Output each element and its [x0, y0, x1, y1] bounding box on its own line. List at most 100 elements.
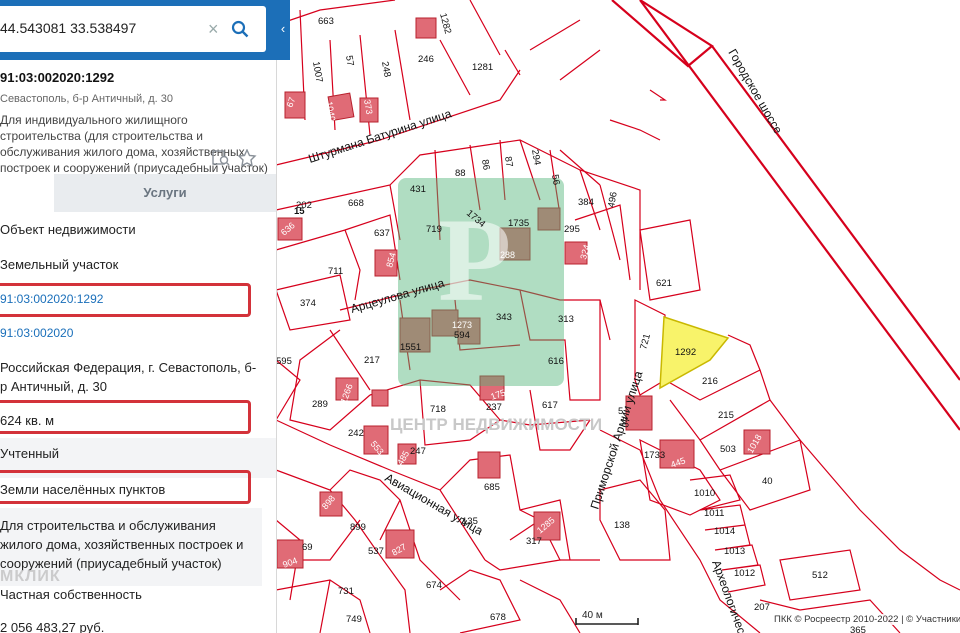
highlight-box — [0, 470, 251, 504]
svg-text:216: 216 — [702, 376, 718, 387]
svg-text:289: 289 — [312, 399, 328, 410]
svg-text:749: 749 — [346, 614, 362, 625]
svg-text:15: 15 — [294, 206, 305, 217]
svg-text:295: 295 — [564, 224, 580, 235]
find-on-map-icon[interactable] — [212, 150, 230, 166]
svg-text:87: 87 — [502, 156, 515, 168]
svg-text:374: 374 — [300, 298, 316, 309]
svg-text:1007: 1007 — [310, 61, 325, 84]
svg-text:384: 384 — [578, 197, 594, 208]
svg-text:731: 731 — [338, 586, 354, 597]
favorite-star-icon[interactable] — [237, 148, 257, 167]
info-panel: 91:03:002020:1292 Севастополь, б-р Антич… — [0, 0, 277, 633]
svg-text:1733: 1733 — [644, 450, 665, 461]
search-input[interactable]: 44.543081 33.538497 — [0, 20, 136, 36]
svg-text:685: 685 — [484, 482, 500, 493]
row-type: Объект недвижимости — [0, 222, 136, 237]
panel-tabs: Услуги — [0, 174, 276, 212]
svg-text:1282: 1282 — [437, 12, 453, 35]
svg-text:719: 719 — [426, 224, 442, 235]
highlight-box — [0, 400, 251, 434]
svg-text:246: 246 — [418, 54, 434, 65]
svg-text:56: 56 — [549, 174, 562, 186]
selected-parcel-number: 1292 — [675, 347, 696, 358]
svg-text:594: 594 — [454, 330, 470, 341]
svg-text:138: 138 — [614, 520, 630, 531]
svg-text:1551: 1551 — [400, 342, 421, 353]
svg-text:217: 217 — [364, 355, 380, 366]
svg-text:678: 678 — [490, 612, 506, 623]
svg-text:135: 135 — [462, 516, 478, 527]
tab-services[interactable]: Услуги — [54, 174, 276, 212]
svg-text:663: 663 — [318, 16, 334, 27]
parcel-numbers: 663 1282 1281 246 248 57 1007 373 1040 4… — [276, 12, 866, 633]
svg-text:668: 668 — [348, 198, 364, 209]
svg-text:621: 621 — [656, 278, 672, 289]
svg-text:317: 317 — [526, 536, 542, 547]
watermark-mklik: МКЛИК — [0, 568, 61, 585]
svg-text:537: 537 — [368, 546, 384, 557]
svg-text:88: 88 — [455, 168, 466, 179]
scale-bar: 40 м — [574, 610, 640, 633]
search-box[interactable]: 44.543081 33.538497 × — [0, 6, 266, 52]
street-gorodskoe: Городское шоссе — [725, 47, 785, 137]
svg-text:5: 5 — [618, 406, 623, 417]
row-kind: Земельный участок — [0, 257, 119, 272]
svg-text:616: 616 — [548, 356, 564, 367]
svg-text:1010: 1010 — [694, 488, 715, 499]
svg-text:1012: 1012 — [734, 568, 755, 579]
svg-text:899: 899 — [350, 522, 366, 533]
svg-text:431: 431 — [410, 184, 426, 195]
row-ownership: Частная собственность — [0, 587, 142, 602]
panel-tools — [212, 148, 260, 172]
tab-info[interactable] — [0, 174, 54, 212]
svg-text:1273: 1273 — [452, 320, 472, 330]
svg-text:69: 69 — [302, 542, 313, 553]
svg-text:294: 294 — [529, 149, 543, 167]
svg-text:07: 07 — [620, 416, 633, 428]
svg-text:237: 237 — [486, 402, 502, 413]
svg-text:57: 57 — [343, 55, 356, 67]
svg-text:1014: 1014 — [714, 526, 735, 537]
svg-text:248: 248 — [379, 61, 393, 79]
svg-text:1281: 1281 — [472, 62, 493, 73]
scale-label: 40 м — [582, 610, 603, 621]
search-icon[interactable] — [231, 20, 249, 38]
svg-text:617: 617 — [542, 400, 558, 411]
copyright-footer: ПКК © Росреестр 2010-2022 | © Участники — [774, 614, 960, 625]
watermark-text: ЦЕНТР НЕДВИЖИМОСТИ — [390, 415, 602, 434]
row-cad-value: 2 056 483,27 руб. — [0, 620, 105, 633]
svg-text:247: 247 — [410, 446, 426, 457]
clear-icon[interactable]: × — [208, 19, 219, 40]
svg-text:674: 674 — [426, 580, 442, 591]
search-bar: 44.543081 33.538497 × ‹ — [0, 0, 290, 60]
svg-text:721: 721 — [638, 333, 653, 351]
street-primorskoy: Приморской Армии улица — [588, 369, 646, 511]
row-address: Российская Федерация, г. Севастополь, б-… — [0, 360, 257, 394]
address-subtitle: Севастополь, б-р Античный, д. 30 — [0, 93, 173, 105]
svg-text:288: 288 — [500, 250, 515, 260]
svg-text:1040: 1040 — [324, 101, 337, 122]
svg-text:313: 313 — [558, 314, 574, 325]
svg-text:1735: 1735 — [508, 218, 529, 229]
svg-text:711: 711 — [328, 266, 343, 277]
highlight-box — [0, 283, 251, 317]
svg-text:1011: 1011 — [704, 508, 724, 519]
svg-text:207: 207 — [754, 602, 770, 613]
svg-text:215: 215 — [718, 410, 734, 421]
svg-text:242: 242 — [348, 428, 364, 439]
svg-text:40: 40 — [762, 476, 773, 487]
svg-text:343: 343 — [496, 312, 512, 323]
row-quarter[interactable]: 91:03:002020 — [0, 326, 276, 340]
svg-text:637: 637 — [374, 228, 390, 239]
svg-text:595: 595 — [276, 356, 292, 367]
svg-text:86: 86 — [479, 159, 492, 171]
parcel-outlines — [275, 0, 960, 633]
svg-text:503: 503 — [720, 444, 736, 455]
collapse-panel-icon[interactable]: ‹ — [276, 14, 290, 44]
cadastral-title[interactable]: 91:03:002020:1292 — [0, 70, 114, 85]
svg-text:365: 365 — [850, 625, 866, 633]
svg-text:1013: 1013 — [724, 546, 745, 557]
svg-text:718: 718 — [430, 404, 446, 415]
svg-text:512: 512 — [812, 570, 828, 581]
